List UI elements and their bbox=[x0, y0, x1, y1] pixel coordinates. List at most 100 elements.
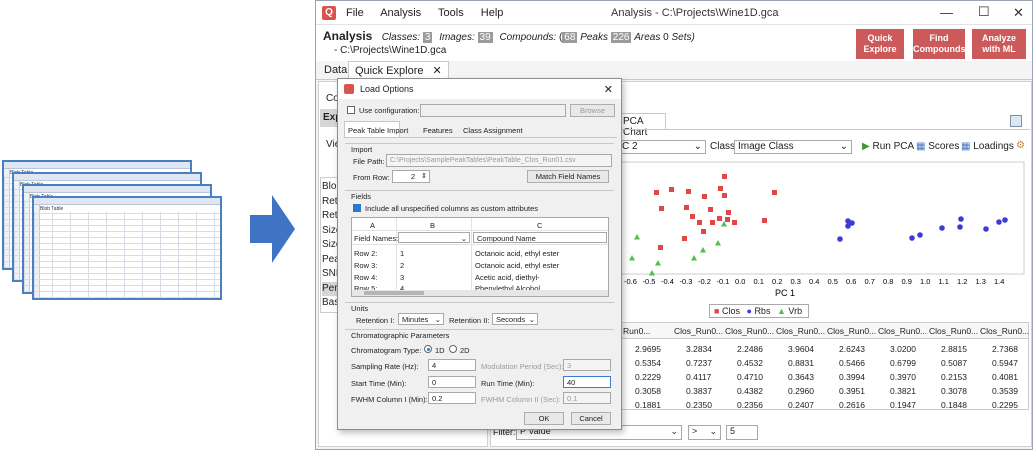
save-icon[interactable] bbox=[1010, 115, 1022, 127]
file-path-field[interactable]: C:\Projects\SamplePeakTables\PeakTable_C… bbox=[386, 154, 612, 167]
x-axis-label: PC 1 bbox=[775, 288, 795, 298]
modulation-period-label: Modulation Period (Sec): bbox=[481, 362, 564, 371]
areas-count: 226 bbox=[610, 32, 632, 43]
x-tick-label: 1.4 bbox=[994, 277, 1004, 286]
column-header[interactable]: Clos_Run0... bbox=[929, 326, 978, 336]
analysis-heading: Analysis Classes: 3 Images: 39 Compounds… bbox=[323, 29, 695, 43]
minimize-icon[interactable]: — bbox=[940, 5, 953, 20]
type-2d-radio[interactable] bbox=[449, 345, 457, 353]
table-cell: 0.3078 bbox=[941, 386, 967, 396]
gear-icon[interactable]: ⚙ bbox=[1016, 140, 1025, 151]
scatter-point bbox=[708, 207, 713, 212]
table-cell: 0.2295 bbox=[992, 400, 1018, 410]
chevron-down-icon: ⌄ bbox=[693, 141, 702, 152]
table-cell: 0.5354 bbox=[635, 358, 661, 368]
table-cell: 0.2153 bbox=[941, 372, 967, 382]
filter-value-input[interactable]: 5 bbox=[726, 425, 758, 440]
cancel-button[interactable]: Cancel bbox=[571, 412, 611, 425]
scatter-point bbox=[669, 187, 674, 192]
menu-tools[interactable]: Tools bbox=[438, 7, 464, 19]
x-tick-label: 0.5 bbox=[828, 277, 838, 286]
use-configuration-checkbox[interactable] bbox=[347, 106, 355, 114]
scores-button[interactable]: ▦ Scores bbox=[916, 141, 959, 152]
quick-explore-button[interactable]: Quick Explore bbox=[856, 29, 904, 59]
x-tick-label: 0.9 bbox=[902, 277, 912, 286]
column-header[interactable]: Clos_Run0... bbox=[827, 326, 876, 336]
column-header[interactable]: Clos_Run0... bbox=[776, 326, 825, 336]
match-field-names-button[interactable]: Match Field Names bbox=[527, 170, 609, 183]
table-cell: 0.2356 bbox=[737, 400, 763, 410]
column-header[interactable]: Clos_Run0... bbox=[725, 326, 774, 336]
sampling-rate-input[interactable]: 4 bbox=[428, 359, 476, 371]
table-cell: 2.6243 bbox=[839, 344, 865, 354]
tab-pca-chart[interactable]: PCA Chart bbox=[618, 113, 666, 138]
column-header[interactable]: Clos_Run0... bbox=[980, 326, 1029, 336]
close-icon[interactable]: ✕ bbox=[1013, 5, 1024, 21]
table-icon: ▦ bbox=[961, 141, 971, 152]
results-table: Run0... Clos_Run0... Clos_Run0... Clos_Run0… bbox=[620, 322, 1029, 410]
find-compounds-button[interactable]: Find Compounds bbox=[913, 29, 966, 59]
column-header[interactable]: Run0... bbox=[623, 326, 650, 336]
close-icon[interactable]: ✕ bbox=[604, 83, 613, 96]
file-path-label: File Path: bbox=[353, 157, 385, 166]
scatter-point bbox=[697, 220, 702, 225]
images-count: 39 bbox=[477, 32, 493, 43]
spreadsheet-thumbnail: Blob Table bbox=[32, 196, 222, 300]
table-cell: 0.5087 bbox=[941, 358, 967, 368]
scatter-point bbox=[701, 229, 706, 234]
peaks-count: 68 bbox=[562, 32, 578, 43]
app-logo-icon bbox=[344, 84, 354, 94]
type-1d-radio[interactable] bbox=[424, 345, 432, 353]
chromatogram-type-label: Chromatogram Type: bbox=[351, 346, 422, 355]
fwhm1-input[interactable]: 0.2 bbox=[428, 392, 476, 404]
loadings-button[interactable]: ▦ Loadings bbox=[961, 141, 1014, 152]
configuration-input[interactable] bbox=[420, 104, 566, 117]
scatter-point bbox=[958, 216, 964, 222]
field-name-c-select[interactable]: Compound Name bbox=[473, 232, 607, 243]
x-tick-label: 0.7 bbox=[865, 277, 875, 286]
retention1-select[interactable]: Minutes ⌄ bbox=[398, 313, 444, 325]
retention1-label: Retention I: bbox=[356, 316, 395, 325]
analyze-ml-button[interactable]: Analyze with ML bbox=[972, 29, 1026, 59]
tab-class-assignment[interactable]: Class Assignment bbox=[463, 126, 523, 135]
menu-help[interactable]: Help bbox=[481, 7, 504, 19]
ok-button[interactable]: OK bbox=[524, 412, 564, 425]
include-unspecified-checkbox[interactable] bbox=[353, 204, 361, 212]
start-time-input[interactable]: 0 bbox=[428, 376, 476, 388]
grid-cell: 2 bbox=[400, 261, 405, 270]
column-header[interactable]: Clos_Run0... bbox=[878, 326, 927, 336]
menu-analysis[interactable]: Analysis bbox=[380, 7, 421, 19]
tab-features[interactable]: Features bbox=[423, 126, 453, 135]
close-tab-icon[interactable]: ✕ bbox=[433, 65, 442, 77]
column-header: A bbox=[370, 221, 376, 230]
scatter-point bbox=[659, 206, 664, 211]
pc-select[interactable]: C 2 ⌄ bbox=[618, 140, 706, 154]
chevron-down-icon: ⌄ bbox=[434, 315, 441, 324]
tab-peak-table-import[interactable]: Peak Table Import bbox=[348, 126, 408, 135]
grid-scrollbar[interactable] bbox=[352, 290, 608, 296]
x-tick-label: 1.2 bbox=[957, 277, 967, 286]
table-cell: 0.4532 bbox=[737, 358, 763, 368]
modulation-period-input[interactable]: 3 bbox=[563, 359, 611, 371]
fields-group bbox=[345, 190, 614, 191]
browse-button[interactable]: Browse bbox=[570, 104, 615, 117]
table-cell: 0.1947 bbox=[890, 400, 916, 410]
maximize-icon[interactable]: ☐ bbox=[978, 4, 990, 20]
fwhm2-input[interactable]: 0.1 bbox=[563, 392, 611, 404]
column-header[interactable]: Clos_Run0... bbox=[674, 326, 723, 336]
retention2-select[interactable]: Seconds ⌄ bbox=[492, 313, 538, 325]
class-select[interactable]: Image Class ⌄ bbox=[734, 140, 852, 154]
import-group bbox=[345, 143, 614, 144]
circle-icon: ● bbox=[746, 306, 752, 316]
field-name-b-select[interactable]: ⌄ bbox=[398, 232, 470, 243]
run-pca-button[interactable]: ▶ Run PCA bbox=[862, 141, 914, 152]
menu-file[interactable]: File bbox=[346, 7, 364, 19]
grid-cell: Acetic acid, diethyl- bbox=[475, 273, 540, 282]
x-tick-label: -0.4 bbox=[661, 277, 674, 286]
grid-row-label: Row 2: bbox=[354, 249, 378, 258]
table-cell: 0.4710 bbox=[737, 372, 763, 382]
filter-operator-select[interactable]: > ⌄ bbox=[688, 425, 721, 440]
stepper-icon[interactable]: ⇕ bbox=[421, 172, 427, 180]
run-time-input[interactable]: 40 bbox=[563, 376, 611, 388]
fields-group-label: Fields bbox=[351, 192, 372, 201]
